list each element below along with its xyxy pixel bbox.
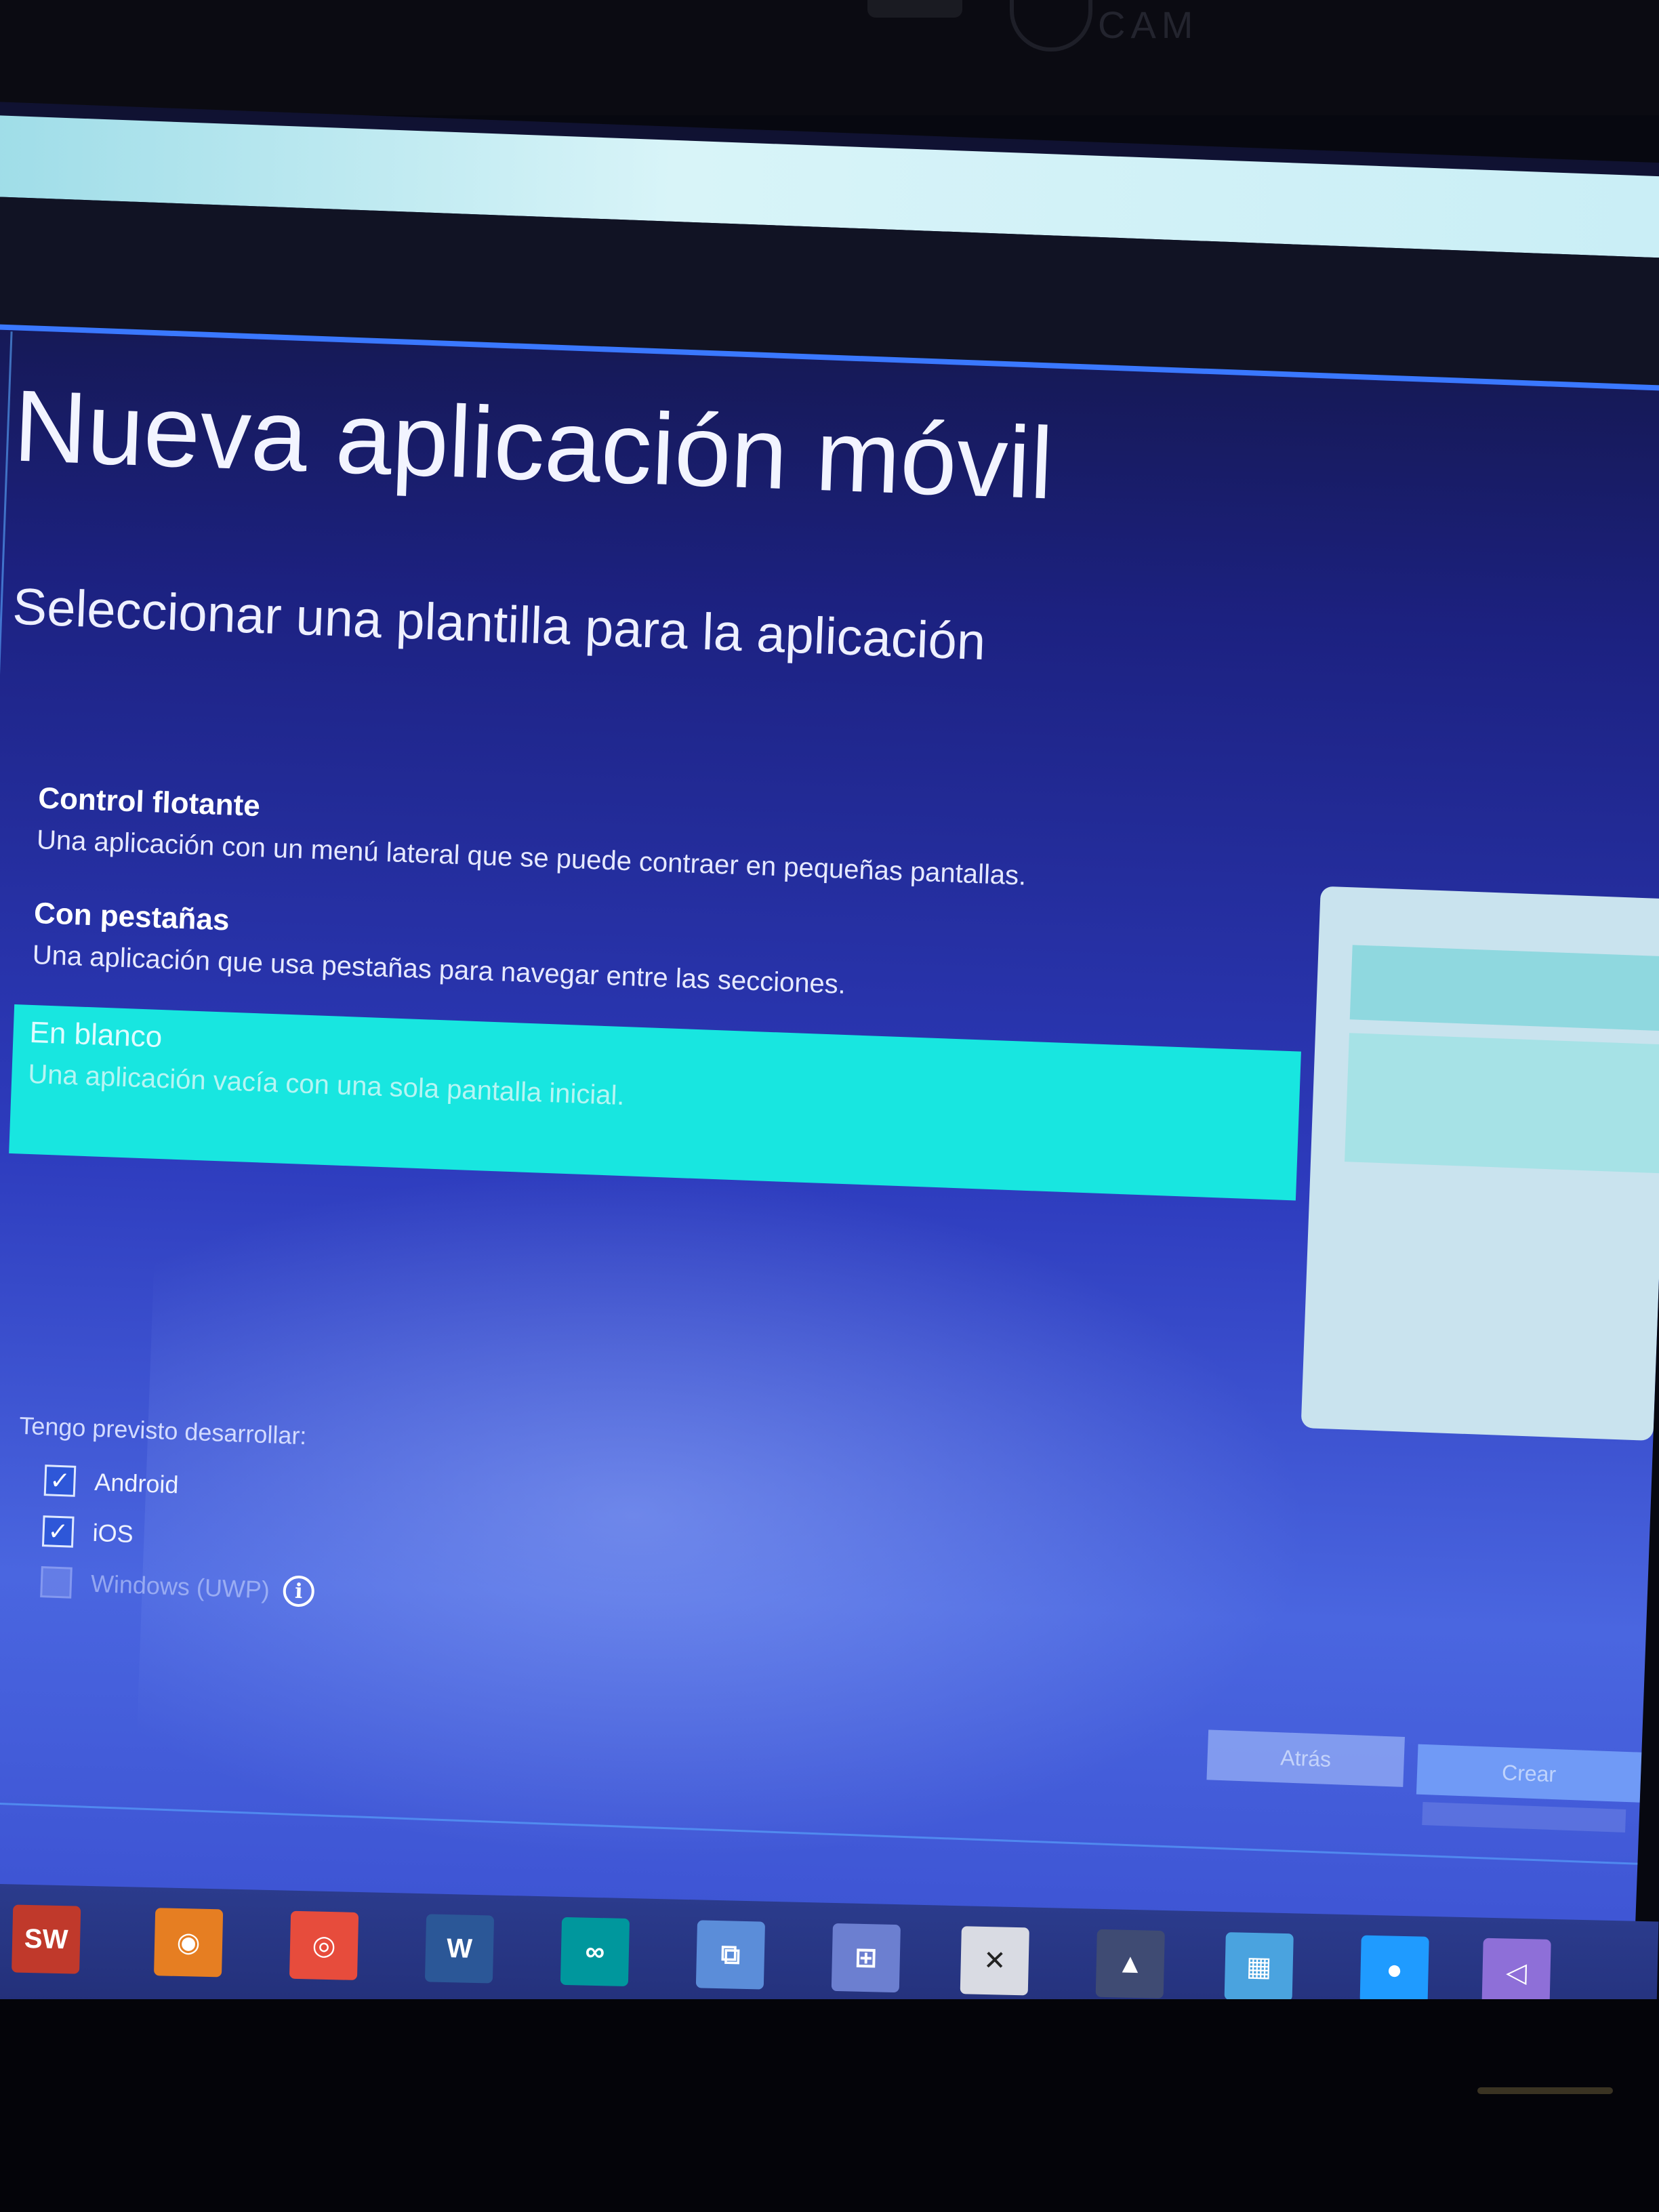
ios-checkbox[interactable]: ✓ (41, 1515, 75, 1548)
ios-label: iOS (91, 1518, 134, 1548)
windows-store-icon[interactable]: ▦ (1224, 1932, 1294, 2002)
chrome-icon[interactable]: ◎ (289, 1910, 359, 1980)
webcam-label: CAM (1098, 3, 1199, 46)
photo-stage: CAM Nueva aplicación móvil Seleccionar u… (0, 0, 1659, 2212)
visual-studio-icon[interactable]: ◁ (1481, 1938, 1551, 2007)
screen: Nueva aplicación móvil Seleccionar una p… (0, 102, 1659, 2047)
status-light (1477, 2087, 1613, 2094)
blender-icon[interactable]: ◉ (153, 1908, 224, 1978)
photos-icon[interactable]: ▲ (1095, 1929, 1165, 1999)
laptop-bezel-top (0, 0, 1659, 115)
create-button[interactable]: Crear (1416, 1744, 1642, 1803)
platform-ios-row[interactable]: ✓ iOS (41, 1511, 134, 1555)
arduino-icon[interactable]: ∞ (560, 1917, 630, 1987)
word-icon[interactable]: W (424, 1914, 495, 1984)
android-checkbox[interactable]: ✓ (43, 1465, 77, 1497)
network-icon[interactable]: ⧉ (695, 1920, 766, 1990)
android-label: Android (94, 1467, 180, 1499)
info-icon[interactable]: i (282, 1575, 315, 1607)
back-button[interactable]: Atrás (1206, 1729, 1405, 1787)
preview-content-block (1345, 1033, 1659, 1174)
windows-uwp-checkbox (40, 1566, 73, 1599)
platform-android-row[interactable]: ✓ Android (43, 1460, 179, 1505)
firefox-icon[interactable]: ● (1359, 1935, 1429, 2005)
windows-uwp-label: Windows (UWP) (90, 1569, 270, 1604)
bezel-logo (867, 0, 962, 18)
remote-desktop-icon[interactable]: ⊞ (831, 1923, 901, 1993)
solidworks-icon[interactable]: SW (12, 1904, 81, 1974)
close-window-icon[interactable]: ✕ (960, 1926, 1029, 1996)
laptop-bezel-bottom (0, 1999, 1659, 2212)
preview-header-block (1349, 945, 1659, 1031)
